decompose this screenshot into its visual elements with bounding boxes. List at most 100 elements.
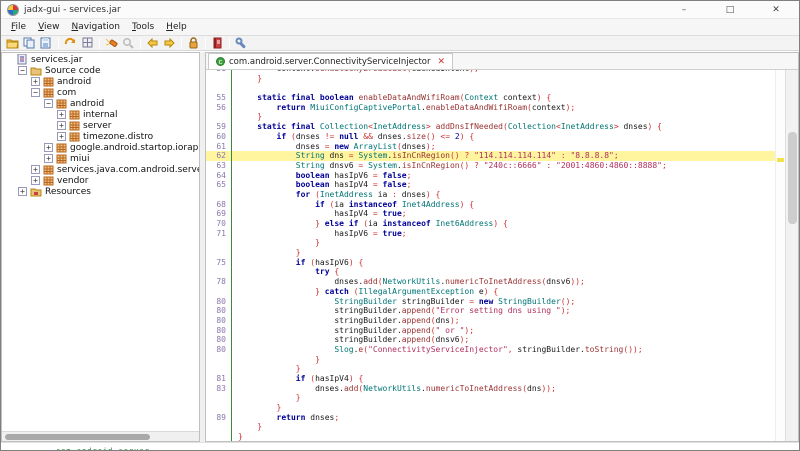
expand-icon[interactable]: + bbox=[57, 121, 66, 130]
open-file-icon[interactable] bbox=[4, 36, 21, 50]
code-text: } bbox=[232, 364, 775, 374]
title-bar: jadx-gui - services.jar – □ ✕ bbox=[1, 1, 799, 19]
collapse-icon[interactable]: − bbox=[31, 88, 40, 97]
code-line: 83 dnses.add(NetworkUtils.numericToInetA… bbox=[206, 384, 775, 394]
editor-scrollbar-thumb[interactable] bbox=[788, 132, 797, 224]
tab-close-icon[interactable]: ✕ bbox=[438, 57, 446, 67]
line-number: 59 bbox=[206, 122, 232, 132]
code-line: 70 } else if (ia instanceof Inet6Address… bbox=[206, 219, 775, 229]
expand-icon[interactable]: + bbox=[31, 77, 40, 86]
menu-help[interactable]: Help bbox=[160, 20, 193, 34]
code-line: 81 if (hasIpV4) { bbox=[206, 374, 775, 384]
expand-icon[interactable]: + bbox=[31, 176, 40, 185]
menu-bar: FileViewNavigationToolsHelp bbox=[1, 19, 799, 36]
line-number: 80 bbox=[206, 306, 232, 316]
close-button[interactable]: ✕ bbox=[753, 1, 799, 18]
tree-node-label: timezone.distro bbox=[83, 132, 153, 142]
code-line: 59 static final Collection<InetAddress> … bbox=[206, 122, 775, 132]
collapse-icon[interactable]: − bbox=[18, 66, 27, 75]
back-icon[interactable] bbox=[144, 36, 161, 50]
preferences-icon[interactable] bbox=[233, 36, 250, 50]
tree-node-label: com bbox=[57, 88, 76, 98]
code-line: 56 return MiuiConfigCaptivePortal.enable… bbox=[206, 103, 775, 113]
tree-node-com[interactable]: − com bbox=[2, 87, 199, 98]
log-viewer-icon[interactable] bbox=[209, 36, 226, 50]
code-text: if (dnses != null && dnses.size() <= 2) … bbox=[232, 132, 775, 142]
line-number: 78 bbox=[206, 277, 232, 287]
class-search-icon[interactable] bbox=[79, 36, 96, 50]
line-number bbox=[206, 248, 232, 258]
line-number: 80 bbox=[206, 316, 232, 326]
tree-node-resources[interactable]: +Resources bbox=[2, 186, 199, 197]
code-line: } bbox=[206, 238, 775, 248]
editor-vertical-scrollbar[interactable] bbox=[785, 70, 798, 441]
code-line: 80 stringBuilder.append(dnsv6); bbox=[206, 335, 775, 345]
line-number bbox=[206, 403, 232, 413]
pkg-icon bbox=[56, 154, 70, 164]
tree-node-android[interactable]: +android bbox=[2, 76, 199, 87]
copy-icon[interactable] bbox=[21, 36, 38, 50]
line-number: 71 bbox=[206, 229, 232, 239]
menu-view[interactable]: View bbox=[32, 20, 65, 34]
tree-scrollbar-thumb[interactable] bbox=[5, 434, 150, 440]
code-text: stringBuilder.append(dns); bbox=[232, 316, 775, 326]
deobfuscation-icon[interactable] bbox=[103, 36, 120, 50]
code-text: } bbox=[232, 422, 775, 432]
reload-icon[interactable] bbox=[62, 36, 79, 50]
line-number: 63 bbox=[206, 161, 232, 171]
tree-node-miui[interactable]: +miui bbox=[2, 153, 199, 164]
tree-node-label: Source code bbox=[45, 66, 100, 76]
tree-node-android[interactable]: −android bbox=[2, 98, 199, 109]
menu-navigation[interactable]: Navigation bbox=[65, 20, 126, 34]
code-text: if (ia instanceof Inet4Address) { bbox=[232, 200, 775, 210]
code-text: boolean hasIpV4 = false; bbox=[232, 180, 775, 190]
save-all-icon[interactable] bbox=[38, 36, 55, 50]
tab-class[interactable]: ccom.android.server.ConnectivityServiceI… bbox=[208, 53, 453, 69]
tree-node-label: google.android.startop.iorap bbox=[70, 143, 198, 153]
tree-horizontal-scrollbar[interactable] bbox=[2, 431, 199, 441]
expand-icon[interactable]: + bbox=[18, 187, 27, 196]
line-number: 89 bbox=[206, 413, 232, 423]
code-text: String dnsv6 = System.isInCnRegion() ? "… bbox=[232, 161, 775, 171]
expand-icon[interactable]: + bbox=[44, 143, 53, 152]
expand-icon[interactable]: + bbox=[57, 110, 66, 119]
tree-node-source-code[interactable]: − Source code bbox=[2, 65, 199, 76]
code-line: 69 hasIpV4 = true; bbox=[206, 209, 775, 219]
line-number: 80 bbox=[206, 297, 232, 307]
line-number bbox=[206, 238, 232, 248]
code-line: 80 stringBuilder.append(" or "); bbox=[206, 326, 775, 336]
expand-icon[interactable]: + bbox=[57, 132, 66, 141]
line-number: 69 bbox=[206, 209, 232, 219]
code-text: } bbox=[232, 432, 775, 441]
code-editor[interactable]: 51 context.sendStickyBroadcast(cachedInt… bbox=[206, 70, 775, 441]
line-number: 75 bbox=[206, 258, 232, 268]
code-text: hasIpV4 = true; bbox=[232, 209, 775, 219]
status-fragment: com.android.server bbox=[56, 447, 150, 450]
tree-node-internal[interactable]: +internal bbox=[2, 109, 199, 120]
line-number: 56 bbox=[206, 103, 232, 113]
text-search-icon[interactable] bbox=[120, 36, 137, 50]
code-text: stringBuilder.append(" or "); bbox=[232, 326, 775, 336]
highlight-marker[interactable] bbox=[777, 158, 784, 162]
toolbar-separator bbox=[140, 38, 141, 49]
code-text: Slog.e("ConnectivityServiceInjector", st… bbox=[232, 345, 775, 355]
collapse-icon[interactable]: − bbox=[44, 99, 53, 108]
tree-node-services-java-com-android-server-[interactable]: +services.java.com.android.server. bbox=[2, 164, 199, 175]
package-tree: services.jar−Source code+android−com−and… bbox=[2, 53, 199, 197]
expand-icon[interactable]: + bbox=[44, 154, 53, 163]
tree-node-services-jar[interactable]: services.jar bbox=[2, 54, 199, 65]
jadx-gui-window: jadx-gui - services.jar – □ ✕ FileViewNa… bbox=[0, 0, 800, 451]
menu-tools[interactable]: Tools bbox=[126, 20, 160, 34]
line-number bbox=[206, 364, 232, 374]
minimize-button[interactable]: – bbox=[661, 1, 707, 18]
tree-node-google-android-startop-iorap[interactable]: + google.android.startop.iorap bbox=[2, 142, 199, 153]
expand-icon[interactable]: + bbox=[31, 165, 40, 174]
tree-node-server[interactable]: +server bbox=[2, 120, 199, 131]
line-number bbox=[206, 432, 232, 441]
tree-node-vendor[interactable]: +vendor bbox=[2, 175, 199, 186]
forward-icon[interactable] bbox=[161, 36, 178, 50]
maximize-button[interactable]: □ bbox=[707, 1, 753, 18]
menu-file[interactable]: File bbox=[5, 20, 32, 34]
tree-node-timezone-distro[interactable]: + timezone.distro bbox=[2, 131, 199, 142]
lock-icon[interactable] bbox=[185, 36, 202, 50]
